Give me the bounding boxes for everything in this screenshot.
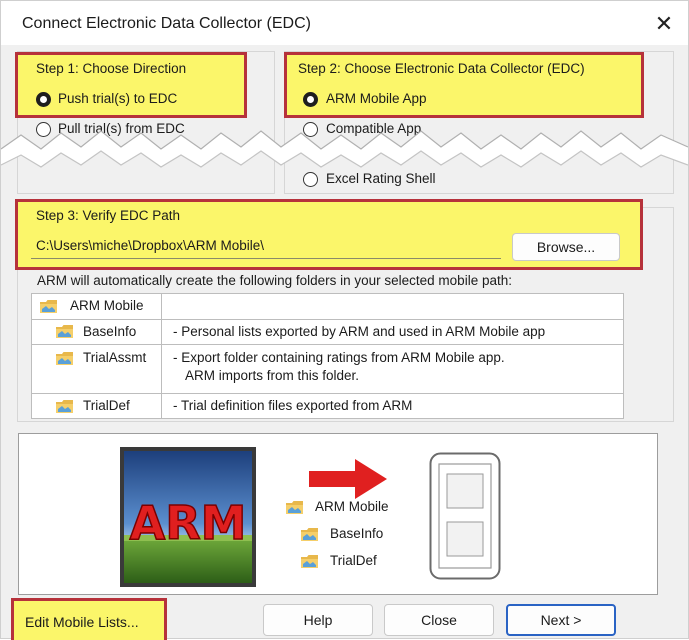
edc-path-value: C:\Users\miche\Dropbox\ARM Mobile\ — [36, 238, 265, 253]
edc-dialog: Connect Electronic Data Collector (EDC) … — [0, 0, 689, 640]
next-button[interactable]: Next > — [506, 604, 616, 636]
folder-row-desc2: ARM imports from this folder. — [185, 368, 360, 383]
edit-mobile-lists-button[interactable]: Edit Mobile Lists... — [25, 614, 139, 630]
arm-mobile-label[interactable]: ARM Mobile App — [326, 91, 427, 106]
folder-icon — [286, 501, 303, 514]
arm-mobile-radio[interactable] — [303, 92, 318, 107]
tree-child-label: TrialDef — [330, 553, 377, 568]
folder-icon — [301, 555, 318, 568]
phone-icon — [429, 452, 501, 580]
tree-child-label: BaseInfo — [330, 526, 384, 541]
browse-button[interactable]: Browse... — [512, 233, 620, 261]
step3-heading: Step 3: Verify EDC Path — [36, 208, 181, 223]
folder-row-desc: - Trial definition files exported from A… — [173, 398, 413, 413]
folder-icon — [301, 528, 318, 541]
folder-row-name: BaseInfo — [83, 324, 137, 339]
excel-label[interactable]: Excel Rating Shell — [326, 171, 436, 186]
folder-row-name: TrialAssmt — [83, 350, 147, 365]
folder-icon — [56, 400, 73, 413]
step2-heading: Step 2: Choose Electronic Data Collector… — [298, 61, 585, 76]
folder-icon — [56, 325, 73, 338]
preview-panel: ARM ARM Mobile BaseInfo TrialDef — [18, 433, 658, 595]
folders-table: ARM Mobile BaseInfo - Personal lists exp… — [31, 293, 624, 419]
arrow-right-icon — [309, 459, 387, 499]
close-icon[interactable]: ✕ — [647, 10, 681, 38]
folder-icon — [40, 300, 57, 313]
folder-icon — [56, 352, 73, 365]
folder-row-name: TrialDef — [83, 398, 130, 413]
step1-heading: Step 1: Choose Direction — [36, 61, 187, 76]
arm-logo-image: ARM — [120, 447, 256, 587]
title-bar: Connect Electronic Data Collector (EDC) … — [1, 1, 688, 45]
push-radio[interactable] — [36, 92, 51, 107]
folder-row-desc: - Personal lists exported by ARM and use… — [173, 324, 546, 339]
folder-root-name: ARM Mobile — [70, 298, 144, 313]
dialog-title: Connect Electronic Data Collector (EDC) — [22, 15, 311, 32]
tree-root-label: ARM Mobile — [315, 499, 389, 514]
arm-logo-text: ARM — [130, 496, 247, 550]
push-label[interactable]: Push trial(s) to EDC — [58, 91, 177, 106]
close-button[interactable]: Close — [384, 604, 494, 636]
folder-row-desc: - Export folder containing ratings from … — [173, 350, 505, 365]
torn-edge-graphic — [1, 130, 688, 168]
edc-path-input[interactable]: C:\Users\miche\Dropbox\ARM Mobile\ — [31, 234, 501, 259]
folders-intro: ARM will automatically create the follow… — [37, 273, 512, 288]
excel-radio[interactable] — [303, 172, 318, 187]
help-button[interactable]: Help — [263, 604, 373, 636]
